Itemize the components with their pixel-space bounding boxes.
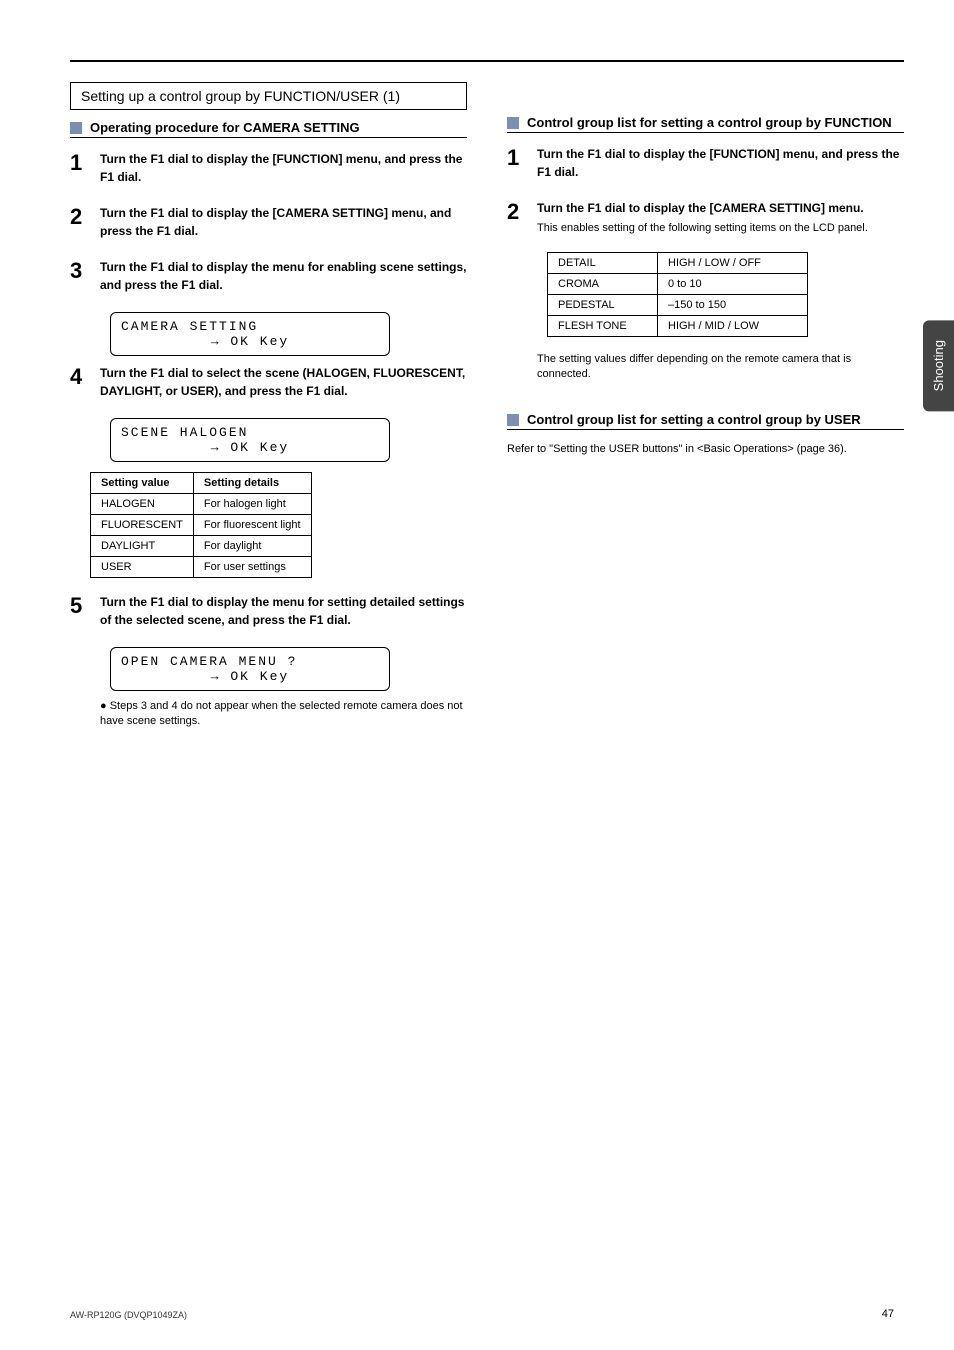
step-number: 5 bbox=[70, 593, 90, 632]
step-text: Turn the F1 dial to display the [FUNCTIO… bbox=[100, 150, 467, 186]
side-tab: Shooting bbox=[923, 320, 954, 411]
section-title: Control group list for setting a control… bbox=[527, 115, 892, 130]
lcd-display: CAMERA SETTING → OK Key bbox=[110, 312, 390, 356]
lcd-line2: → OK Key bbox=[121, 334, 379, 349]
table-header: Setting details bbox=[193, 473, 311, 494]
boxed-heading: Setting up a control group by FUNCTION/U… bbox=[70, 82, 467, 110]
step-text: Turn the F1 dial to display the [FUNCTIO… bbox=[537, 145, 904, 181]
table-note: The setting values differ depending on t… bbox=[537, 352, 904, 383]
table-row: USER For user settings bbox=[91, 557, 312, 578]
lcd-line1: SCENE HALOGEN bbox=[121, 425, 379, 440]
step-4: 4 Turn the F1 dial to select the scene (… bbox=[70, 364, 467, 403]
table-cell: HIGH / MID / LOW bbox=[658, 315, 808, 336]
step-number: 4 bbox=[70, 364, 90, 403]
section-header: Control group list for setting a control… bbox=[507, 115, 904, 133]
step-number: 2 bbox=[507, 199, 527, 237]
table-row: HALOGEN For halogen light bbox=[91, 494, 312, 515]
table-cell: For daylight bbox=[193, 536, 311, 557]
lcd-line2: → OK Key bbox=[121, 440, 379, 455]
step-5: 5 Turn the F1 dial to display the menu f… bbox=[70, 593, 467, 632]
section-title: Operating procedure for CAMERA SETTING bbox=[90, 120, 360, 135]
step-text: Turn the F1 dial to display the [CAMERA … bbox=[100, 204, 467, 240]
lcd-line1: OPEN CAMERA MENU ? bbox=[121, 654, 379, 669]
square-icon bbox=[507, 414, 519, 426]
table-cell: PEDESTAL bbox=[548, 294, 658, 315]
table-row: FLUORESCENT For fluorescent light bbox=[91, 515, 312, 536]
table-cell: HIGH / LOW / OFF bbox=[658, 252, 808, 273]
section-title: Control group list for setting a control… bbox=[527, 412, 861, 427]
scene-table: Setting value Setting details HALOGEN Fo… bbox=[90, 472, 312, 578]
step-number: 1 bbox=[70, 150, 90, 189]
step-number: 3 bbox=[70, 258, 90, 297]
table-row: PEDESTAL –150 to 150 bbox=[548, 294, 808, 315]
lcd-display: OPEN CAMERA MENU ? → OK Key bbox=[110, 647, 390, 691]
lcd-line1: CAMERA SETTING bbox=[121, 319, 379, 334]
table-cell: For fluorescent light bbox=[193, 515, 311, 536]
footer-text: AW-RP120G (DVQP1049ZA) bbox=[70, 1310, 187, 1320]
setting-table: DETAIL HIGH / LOW / OFF CROMA 0 to 10 PE… bbox=[547, 252, 808, 337]
step-detail: This enables setting of the following se… bbox=[537, 220, 904, 237]
note: ● Steps 3 and 4 do not appear when the s… bbox=[100, 699, 467, 730]
table-cell: CROMA bbox=[548, 273, 658, 294]
section-header: Control group list for setting a control… bbox=[507, 412, 904, 430]
table-cell: 0 to 10 bbox=[658, 273, 808, 294]
step-3: 3 Turn the F1 dial to display the menu f… bbox=[70, 258, 467, 297]
square-icon bbox=[507, 117, 519, 129]
step-text: Turn the F1 dial to display the menu for… bbox=[100, 593, 467, 629]
table-cell: DETAIL bbox=[548, 252, 658, 273]
table-cell: For halogen light bbox=[193, 494, 311, 515]
lcd-line2: → OK Key bbox=[121, 669, 379, 684]
table-header: Setting value bbox=[91, 473, 194, 494]
table-cell: –150 to 150 bbox=[658, 294, 808, 315]
table-row: DAYLIGHT For daylight bbox=[91, 536, 312, 557]
page-number: 47 bbox=[882, 1308, 894, 1320]
table-cell: USER bbox=[91, 557, 194, 578]
table-row: CROMA 0 to 10 bbox=[548, 273, 808, 294]
step-text: Turn the F1 dial to display the menu for… bbox=[100, 258, 467, 294]
table-cell: FLESH TONE bbox=[548, 315, 658, 336]
table-cell: FLUORESCENT bbox=[91, 515, 194, 536]
section-header: Operating procedure for CAMERA SETTING bbox=[70, 120, 467, 138]
step-2: 2 Turn the F1 dial to display the [CAMER… bbox=[507, 199, 904, 237]
square-icon bbox=[70, 122, 82, 134]
step-text: Turn the F1 dial to display the [CAMERA … bbox=[537, 199, 904, 217]
table-cell: HALOGEN bbox=[91, 494, 194, 515]
user-note: Refer to "Setting the USER buttons" in <… bbox=[507, 442, 904, 457]
table-cell: DAYLIGHT bbox=[91, 536, 194, 557]
step-1: 1 Turn the F1 dial to display the [FUNCT… bbox=[70, 150, 467, 189]
step-text: Turn the F1 dial to select the scene (HA… bbox=[100, 364, 467, 400]
right-column: Control group list for setting a control… bbox=[507, 82, 904, 730]
step-number: 1 bbox=[507, 145, 527, 184]
lcd-display: SCENE HALOGEN → OK Key bbox=[110, 418, 390, 462]
left-column: Setting up a control group by FUNCTION/U… bbox=[70, 82, 467, 730]
step-1: 1 Turn the F1 dial to display the [FUNCT… bbox=[507, 145, 904, 184]
table-cell: For user settings bbox=[193, 557, 311, 578]
step-number: 2 bbox=[70, 204, 90, 243]
table-row: FLESH TONE HIGH / MID / LOW bbox=[548, 315, 808, 336]
step-2: 2 Turn the F1 dial to display the [CAMER… bbox=[70, 204, 467, 243]
table-row: DETAIL HIGH / LOW / OFF bbox=[548, 252, 808, 273]
side-tab-label: Shooting bbox=[931, 340, 946, 391]
